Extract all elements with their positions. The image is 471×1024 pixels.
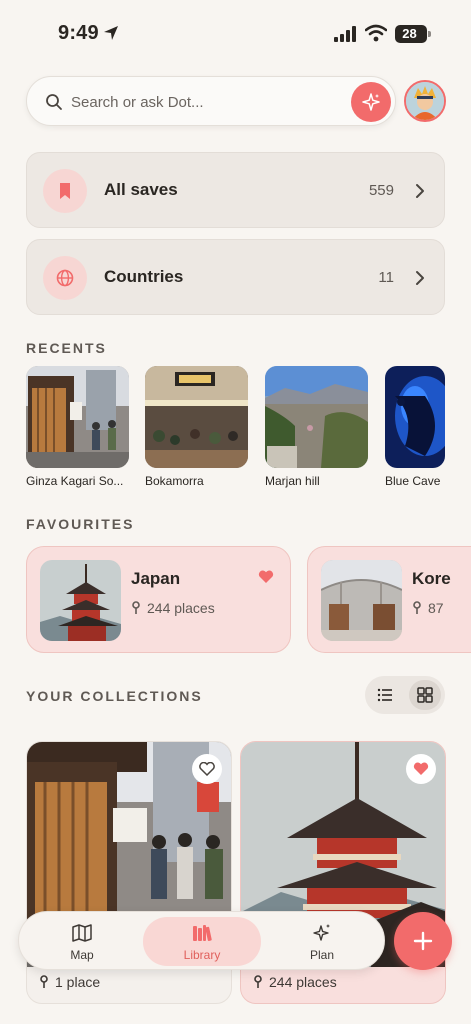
countries-row[interactable]: Countries 11 (26, 239, 445, 315)
recent-item[interactable]: Marjan hill (265, 366, 368, 488)
collections-heading: YOUR COLLECTIONS (26, 688, 203, 704)
chevron-right-icon (416, 184, 424, 198)
search-input[interactable] (71, 89, 341, 115)
ask-dot-button[interactable] (351, 82, 391, 122)
library-icon (193, 925, 212, 941)
pin-icon (254, 975, 262, 988)
location-arrow-icon (104, 26, 118, 40)
recent-thumbnail (26, 366, 129, 468)
globe-icon (56, 269, 74, 287)
heart-icon (413, 762, 429, 775)
recent-item[interactable]: Ginza Kagari So... (26, 366, 129, 488)
countries-count: 11 (378, 269, 394, 286)
grid-icon (417, 687, 433, 703)
nav-map[interactable]: Map (27, 917, 137, 966)
collection-places-text: 244 places (269, 974, 337, 990)
search-bar[interactable] (26, 76, 396, 126)
status-bar: 9:49 28 (0, 0, 471, 66)
all-saves-label: All saves (104, 180, 178, 199)
favourite-card-japan[interactable]: Japan 244 places (26, 546, 291, 653)
favourite-places: 87 (412, 600, 444, 616)
recent-item[interactable]: Bokamorra (145, 366, 248, 488)
favourite-title: Kore (412, 569, 451, 588)
cellular-signal-icon (334, 26, 356, 42)
favourite-places-text: 244 places (147, 600, 215, 616)
favourite-card-korea[interactable]: Kore 87 (307, 546, 471, 653)
heart-icon[interactable] (258, 570, 274, 584)
favourite-places-text: 87 (428, 600, 444, 616)
recent-thumbnail (145, 366, 248, 468)
wifi-icon (365, 24, 387, 42)
countries-label: Countries (104, 267, 184, 286)
recent-thumbnail (385, 366, 445, 468)
all-saves-count: 559 (368, 182, 394, 199)
heart-outline-icon (199, 762, 215, 776)
nav-map-label: Map (70, 948, 94, 962)
bottom-nav: Map Library Plan (18, 911, 385, 970)
view-toggle[interactable] (365, 676, 445, 714)
avatar-image (406, 82, 444, 120)
recent-label: Bokamorra (145, 474, 204, 488)
recent-thumbnail (265, 366, 368, 468)
favourite-thumbnail (40, 560, 121, 641)
add-button[interactable] (394, 912, 452, 970)
profile-avatar[interactable] (404, 80, 446, 122)
favourite-thumbnail (321, 560, 402, 641)
recent-label: Marjan hill (265, 474, 320, 488)
countries-icon-circle (43, 256, 87, 300)
recent-label: Blue Cave (385, 474, 441, 488)
bookmark-icon (60, 183, 70, 199)
favourite-title: Japan (131, 569, 181, 588)
nav-library-label: Library (183, 948, 221, 962)
collection-places-text: 1 place (55, 974, 101, 990)
list-view-button[interactable] (369, 680, 401, 710)
list-icon (377, 688, 392, 702)
map-icon (72, 924, 92, 942)
favourite-places: 244 places (131, 600, 215, 616)
recents-heading: RECENTS (26, 340, 107, 356)
plus-icon (413, 931, 433, 951)
all-saves-row[interactable]: All saves 559 (26, 152, 445, 228)
collection-like-button[interactable] (406, 754, 436, 784)
favourites-heading: FAVOURITES (26, 516, 135, 532)
all-saves-icon-circle (43, 169, 87, 213)
search-icon (46, 94, 62, 110)
collection-like-button[interactable] (192, 754, 222, 784)
chevron-right-icon (416, 271, 424, 285)
status-time: 9:49 (58, 22, 99, 44)
collection-places: 244 places (253, 974, 337, 990)
pin-icon (413, 601, 421, 614)
nav-plan[interactable]: Plan (267, 917, 377, 966)
collection-places: 1 place (39, 974, 100, 990)
sparkle-icon (313, 924, 330, 941)
battery-level: 28 (402, 26, 417, 41)
grid-view-button[interactable] (409, 680, 441, 710)
nav-plan-label: Plan (309, 948, 335, 962)
battery-indicator: 28 (395, 25, 431, 43)
pin-icon (40, 975, 48, 988)
recent-item[interactable]: Blue Cave (385, 366, 471, 488)
sparkle-icon (362, 93, 380, 111)
pin-icon (132, 601, 140, 614)
nav-library[interactable]: Library (143, 917, 261, 966)
battery-cap (428, 31, 431, 37)
recent-label: Ginza Kagari So... (26, 474, 124, 488)
